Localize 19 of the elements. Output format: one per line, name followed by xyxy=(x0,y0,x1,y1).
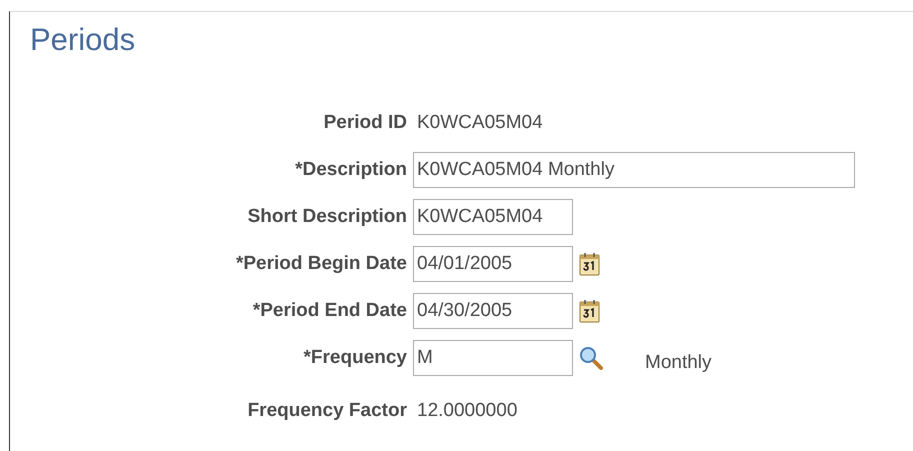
input-field[interactable]: K0WCA05M04 Monthly xyxy=(413,152,855,188)
frequency-description: Monthly xyxy=(645,352,712,374)
field-label: *Description xyxy=(294,158,408,180)
field-label: *Frequency xyxy=(302,346,408,368)
search-icon[interactable] xyxy=(579,346,603,370)
field-value: 12.0000000 xyxy=(416,400,518,422)
field-label: *Period End Date xyxy=(252,300,408,322)
calendar-icon[interactable] xyxy=(579,298,601,322)
field-label: Period ID xyxy=(322,112,408,134)
field-label: Short Description xyxy=(246,206,408,228)
input-field[interactable]: K0WCA05M04 xyxy=(413,198,573,234)
input-field[interactable]: M xyxy=(413,340,573,376)
input-field[interactable]: 04/01/2005 xyxy=(413,246,573,282)
field-label: *Period Begin Date xyxy=(234,252,408,274)
input-field[interactable]: 04/30/2005 xyxy=(413,292,573,328)
calendar-icon[interactable] xyxy=(579,252,601,276)
field-label: Frequency Factor xyxy=(246,400,408,422)
field-value: K0WCA05M04 xyxy=(416,112,543,134)
page-title: Periods xyxy=(29,21,136,59)
